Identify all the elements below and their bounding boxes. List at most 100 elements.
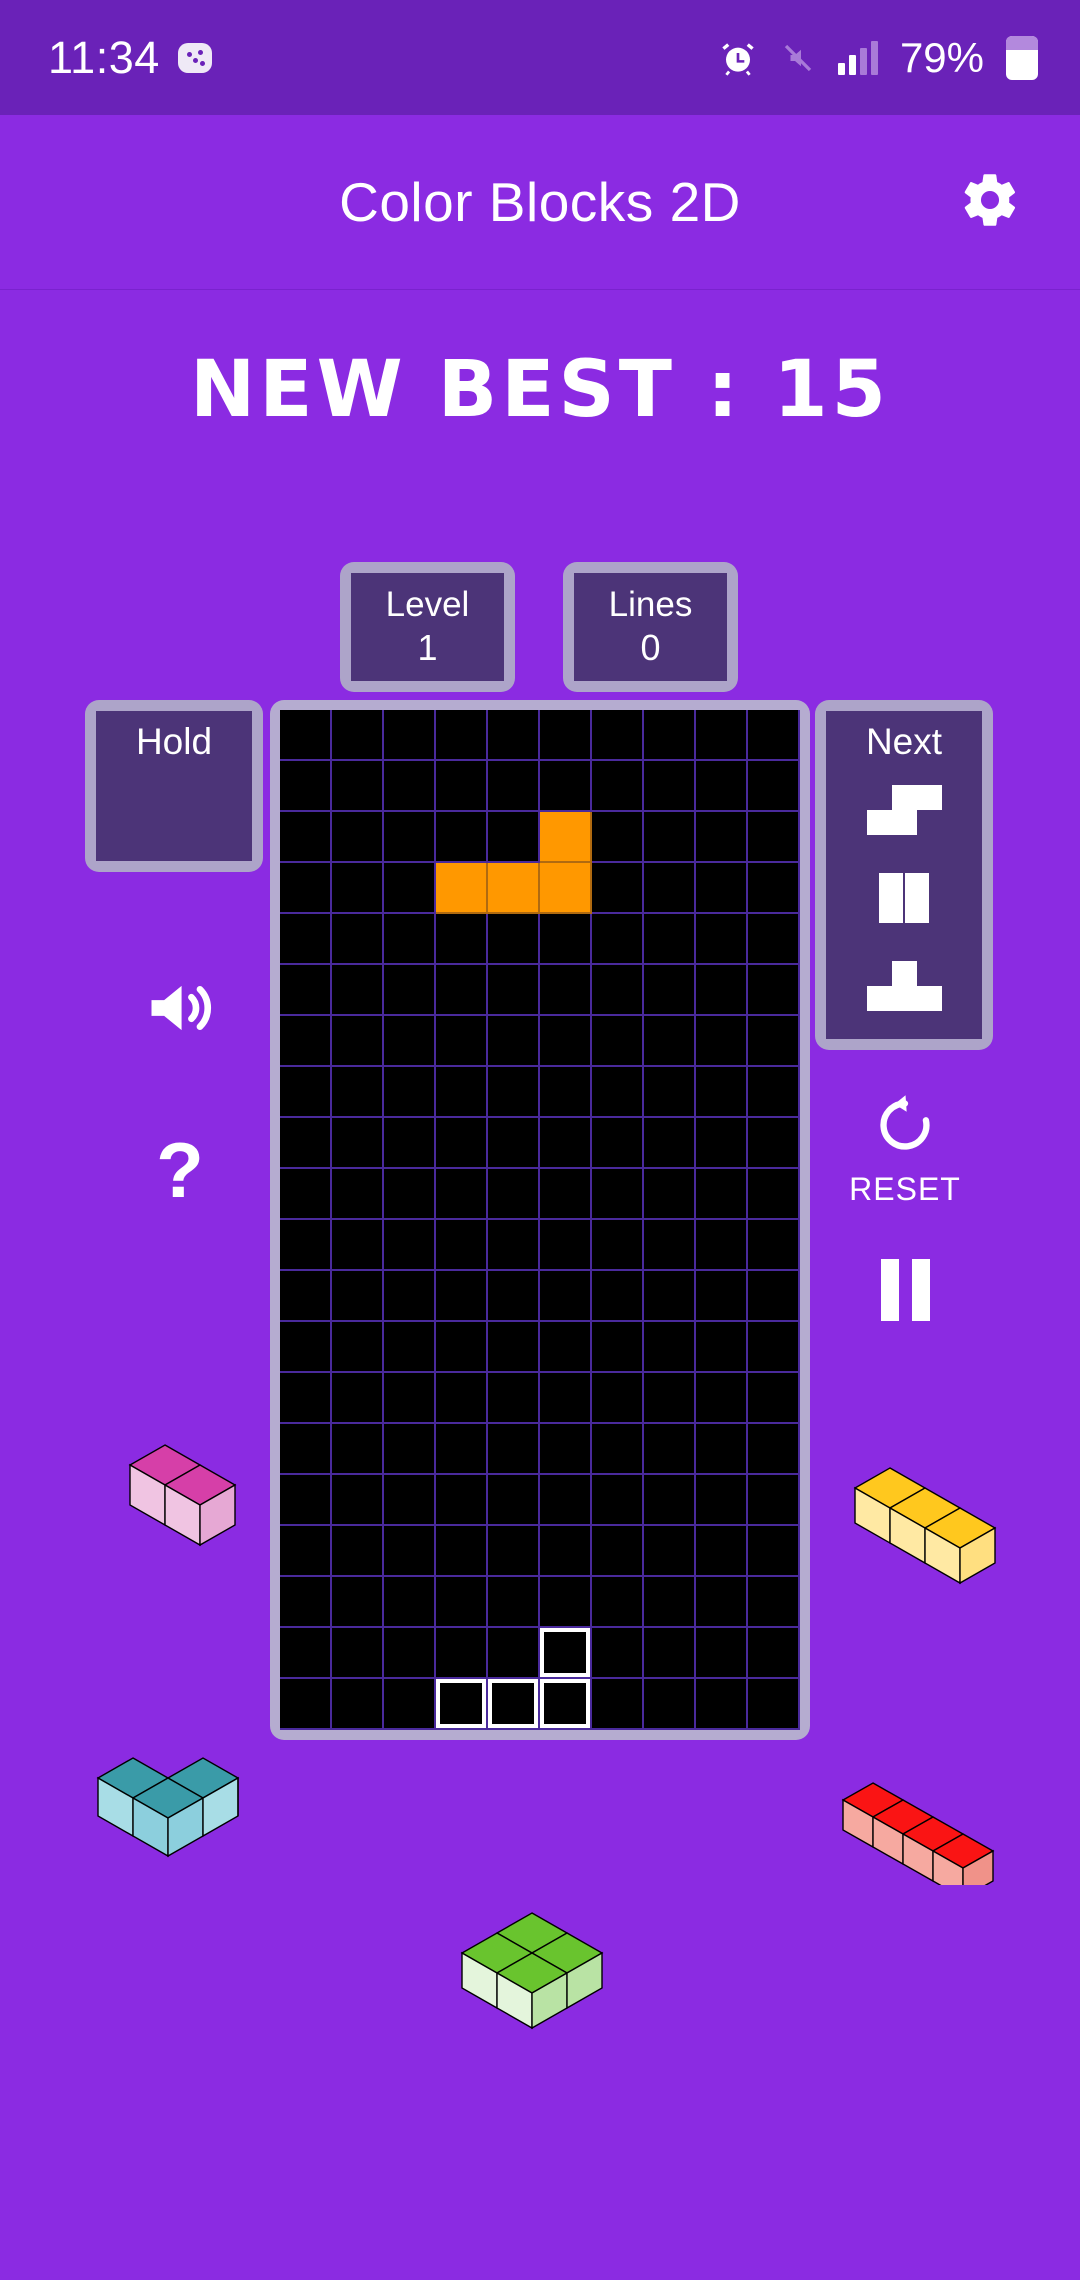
board-cell: [644, 965, 696, 1016]
board-cell: [592, 761, 644, 812]
board-cell: [696, 1373, 748, 1424]
board-cell: [696, 1475, 748, 1526]
board-cell: [540, 1526, 592, 1577]
board-cell: [592, 1526, 644, 1577]
board-cell: [696, 914, 748, 965]
board-cell: [592, 1067, 644, 1118]
board-cell: [748, 1220, 800, 1271]
board-cell: [696, 1679, 748, 1730]
board-cell: [540, 1067, 592, 1118]
board-cell: [540, 1016, 592, 1067]
board-cell: [332, 1526, 384, 1577]
board-cell: [644, 710, 696, 761]
pink-s-block: [105, 1440, 265, 1565]
board-cell: [748, 1169, 800, 1220]
reset-button[interactable]: RESET: [849, 1085, 960, 1215]
board-cell: [748, 812, 800, 863]
board-cell: [748, 1628, 800, 1679]
next-piece-t: [866, 961, 942, 1011]
board-cell: [332, 761, 384, 812]
board-cell: [384, 761, 436, 812]
board-cell: [488, 1628, 540, 1679]
board-cell: [696, 812, 748, 863]
red-i-block: [838, 1770, 1018, 1900]
board-cell: [644, 1475, 696, 1526]
board-cell: [280, 1628, 332, 1679]
game-board[interactable]: [280, 710, 800, 1730]
board-cell: [592, 914, 644, 965]
board-cell: [592, 1475, 644, 1526]
board-cell: [436, 1016, 488, 1067]
board-cell-filled: [540, 812, 592, 863]
level-value: 1: [417, 627, 438, 668]
app-bar: Color Blocks 2D: [0, 115, 1080, 290]
board-cell: [592, 1424, 644, 1475]
board-cell: [384, 1016, 436, 1067]
help-button[interactable]: ?: [135, 1125, 225, 1215]
game-badge-icon: [177, 42, 212, 73]
board-cell: [280, 1475, 332, 1526]
board-cell: [436, 1169, 488, 1220]
board-cell: [488, 1526, 540, 1577]
board-cell: [748, 1118, 800, 1169]
board-cell: [644, 761, 696, 812]
board-cell: [488, 1220, 540, 1271]
board-cell: [436, 1220, 488, 1271]
green-o-block: [460, 1905, 605, 2040]
page-title: Color Blocks 2D: [339, 171, 741, 233]
board-cell: [384, 914, 436, 965]
board-cell: [592, 1373, 644, 1424]
board-cell: [592, 1016, 644, 1067]
sound-button[interactable]: [135, 965, 225, 1055]
sound-on-icon: [142, 970, 218, 1051]
board-cell: [488, 812, 540, 863]
board-cell: [644, 1016, 696, 1067]
pause-button[interactable]: [860, 1245, 950, 1335]
board-cell: [436, 710, 488, 761]
teal-s-block: [88, 1748, 263, 1873]
board-cell: [332, 1475, 384, 1526]
board-cell: [540, 1475, 592, 1526]
board-cell: [280, 710, 332, 761]
board-cell: [696, 965, 748, 1016]
board-cell: [332, 1679, 384, 1730]
board-cell: [592, 1679, 644, 1730]
board-cell: [436, 1526, 488, 1577]
board-cell: [436, 1322, 488, 1373]
board-cell: [644, 1526, 696, 1577]
board-cell: [644, 1373, 696, 1424]
reset-circular-arrow-icon: [872, 1092, 938, 1163]
board-cell: [540, 1322, 592, 1373]
board-cell: [332, 1067, 384, 1118]
board-cell: [436, 914, 488, 965]
board-cell: [488, 710, 540, 761]
board-cell: [488, 1322, 540, 1373]
board-cell: [540, 965, 592, 1016]
hold-panel[interactable]: Hold: [85, 700, 263, 872]
board-cell: [280, 1016, 332, 1067]
board-cell: [384, 1118, 436, 1169]
board-cell: [748, 965, 800, 1016]
board-cell: [332, 914, 384, 965]
board-cell: [644, 1424, 696, 1475]
board-cell: [332, 1016, 384, 1067]
settings-button[interactable]: [955, 167, 1025, 237]
board-cell: [540, 1424, 592, 1475]
board-cell: [696, 1424, 748, 1475]
board-cell: [280, 1067, 332, 1118]
board-cell: [436, 812, 488, 863]
board-cell: [384, 1628, 436, 1679]
board-cell: [748, 863, 800, 914]
board-cell: [644, 1118, 696, 1169]
board-cell: [644, 1322, 696, 1373]
board-cell: [280, 1424, 332, 1475]
board-cell: [488, 1424, 540, 1475]
board-cell: [644, 914, 696, 965]
yellow-s-block: [850, 1460, 1010, 1595]
new-best-label: NEW BEST : 15: [190, 345, 890, 435]
level-panel: Level 1: [340, 562, 515, 692]
status-bar-left: 11:34: [48, 32, 212, 84]
board-cell: [748, 710, 800, 761]
board-cell-filled: [488, 863, 540, 914]
board-cell: [384, 1475, 436, 1526]
